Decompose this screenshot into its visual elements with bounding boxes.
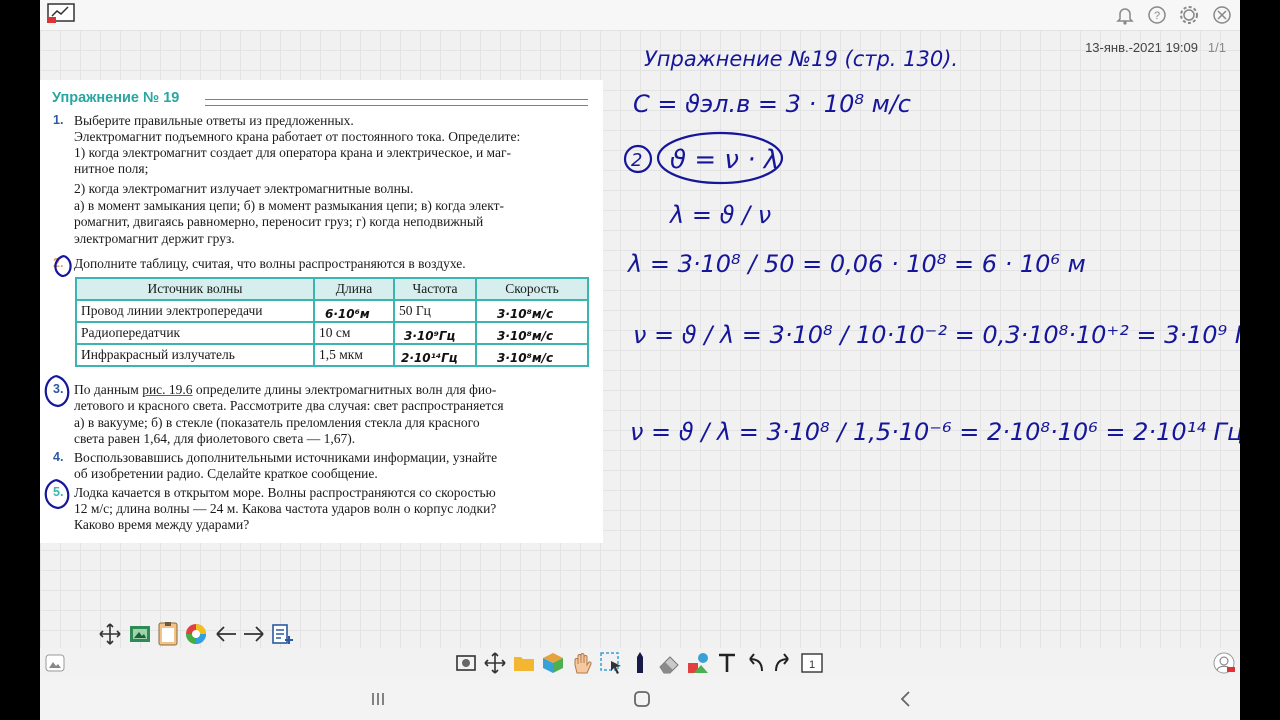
page-icon[interactable]: 1: [800, 651, 824, 675]
exercise-title: Упражнение № 19: [52, 90, 180, 106]
box-icon[interactable]: [541, 651, 565, 675]
item-1-line: 2) когда электромагнит излучает электром…: [74, 181, 414, 196]
color-wheel-icon[interactable]: [184, 622, 208, 646]
gallery-icon[interactable]: [43, 651, 67, 675]
item-number: 1.: [53, 113, 64, 127]
select-icon[interactable]: [599, 651, 623, 675]
user-icon[interactable]: [1212, 651, 1236, 675]
whiteboard-app: ? 13-янв.-2021 19:09 1/1 Упражнение № 19…: [40, 0, 1240, 720]
table-header: Скорость: [475, 277, 589, 301]
date-time: 13-янв.-2021 19:09: [1085, 40, 1198, 55]
table-cell: Радиопередатчик: [75, 321, 315, 345]
item-2-line: Дополните таблицу, считая, что волны рас…: [74, 256, 466, 271]
navigation-bar: [40, 678, 1240, 720]
bottom-toolbar: 1: [40, 648, 1240, 678]
undo-icon[interactable]: [743, 651, 767, 675]
item-4-line: об изобретении радио. Сделайте краткое с…: [74, 466, 378, 481]
textbook-image[interactable]: Упражнение № 19 1. Выберите правильные о…: [40, 80, 603, 543]
item-3-rest: определите длины электромагнитных волн д…: [195, 382, 497, 397]
table-row: Радиопередатчик 10 см: [75, 321, 589, 345]
figure-link[interactable]: рис. 19.6: [142, 382, 192, 397]
item-number: 4.: [53, 450, 64, 464]
close-icon[interactable]: [1211, 4, 1233, 26]
hand-icon[interactable]: [570, 651, 594, 675]
gear-icon[interactable]: [1178, 4, 1200, 26]
screenshot-icon[interactable]: [454, 651, 478, 675]
item-1-line: нитное поля;: [74, 161, 149, 176]
image-icon[interactable]: [128, 622, 152, 646]
pen-icon[interactable]: [628, 651, 652, 675]
table-row: Провод линии электропередачи 50 Гц: [75, 299, 589, 323]
item-5-line: 12 м/с; длина волны — 24 м. Какова часто…: [74, 501, 497, 516]
table-cell: [313, 299, 395, 323]
table-cell: [475, 299, 589, 323]
wave-table: Источник волны Длина Частота Скорость Пр…: [75, 277, 589, 367]
table-row: Инфракрасный излучатель 1,5 мкм: [75, 343, 589, 367]
table-header-row: Источник волны Длина Частота Скорость: [75, 277, 589, 301]
item-3-lead: По данным: [74, 382, 143, 397]
arrow-left-icon[interactable]: [214, 622, 238, 646]
item-1-line: электромагнит держит груз.: [74, 231, 235, 246]
shapes-icon[interactable]: [686, 651, 710, 675]
app-logo-icon[interactable]: [46, 2, 76, 24]
folder-icon[interactable]: [512, 651, 536, 675]
table-cell: 1,5 мкм: [313, 343, 395, 367]
item-3-line: а) в вакууме; б) в стекле (показатель пр…: [74, 415, 480, 430]
item-1-line: ромагнит, двигаясь равномерно, переносит…: [74, 214, 484, 229]
table-cell: 50 Гц: [393, 299, 477, 323]
table-header: Источник волны: [75, 277, 315, 301]
table-cell: [475, 343, 589, 367]
table-cell: [393, 321, 477, 345]
bell-icon[interactable]: [1114, 4, 1136, 26]
top-bar: ?: [40, 0, 1240, 30]
eraser-icon[interactable]: [657, 651, 681, 675]
move-tool-icon[interactable]: [483, 651, 507, 675]
item-5-line: Каково время между ударами?: [74, 517, 250, 532]
table-cell: 10 см: [313, 321, 395, 345]
add-page-icon[interactable]: [270, 622, 294, 646]
recent-apps-icon[interactable]: [366, 687, 390, 711]
title-rule: [205, 99, 588, 106]
arrow-right-icon[interactable]: [242, 622, 266, 646]
page-number: 1: [809, 659, 815, 671]
page-counter: 1/1: [1207, 40, 1226, 55]
table-cell: [475, 321, 589, 345]
table-cell: [393, 343, 477, 367]
table-header: Частота: [393, 277, 477, 301]
clipboard-icon[interactable]: [156, 622, 180, 646]
move-icon[interactable]: [98, 622, 122, 646]
home-icon[interactable]: [630, 687, 654, 711]
item-1-line: Выберите правильные ответы из предложенн…: [74, 113, 354, 128]
item-number: 5.: [53, 485, 64, 499]
table-cell: Инфракрасный излучатель: [75, 343, 315, 367]
table-header: Длина: [313, 277, 395, 301]
redo-icon[interactable]: [771, 651, 795, 675]
text-icon[interactable]: [715, 651, 739, 675]
item-3-line: По данным рис. 19.6 определите длины эле…: [74, 382, 496, 398]
table-cell: Провод линии электропередачи: [75, 299, 315, 323]
svg-text:?: ?: [1154, 10, 1160, 22]
help-icon[interactable]: ?: [1146, 4, 1168, 26]
item-3-line: летового и красного света. Рассмотрите д…: [74, 398, 504, 413]
item-number: 2.: [53, 256, 64, 270]
item-5-line: Лодка качается в открытом море. Волны ра…: [74, 485, 496, 500]
item-1-line: 1) когда электромагнит создает для опера…: [74, 145, 512, 160]
item-number: 3.: [53, 382, 64, 396]
back-icon[interactable]: [894, 687, 918, 711]
item-1-line: а) в момент замыкания цепи; б) в момент …: [74, 198, 505, 213]
item-1-line: Электромагнит подъемного крана работает …: [74, 129, 521, 144]
item-3-line: света равен 1,64, для фиолетового света …: [74, 431, 356, 446]
item-4-line: Воспользовавшись дополнительными источни…: [74, 450, 498, 465]
